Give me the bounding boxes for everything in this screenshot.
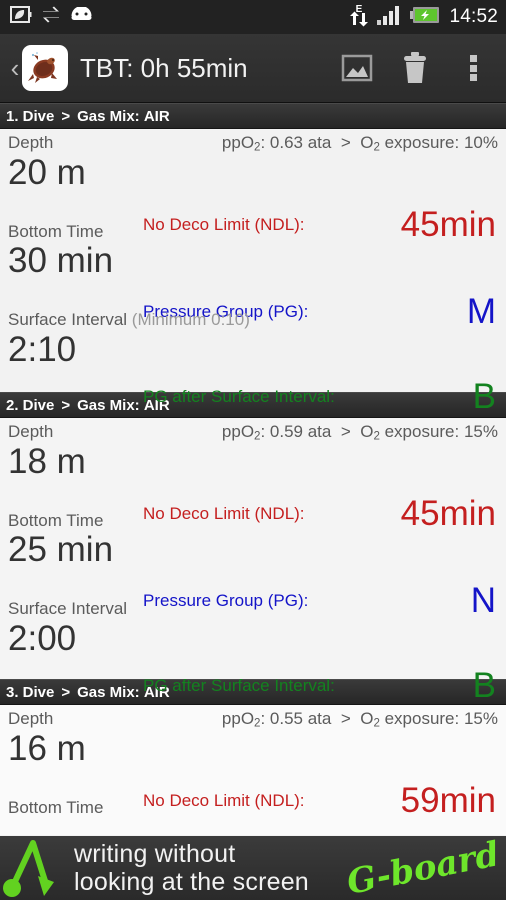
- depth-row-3[interactable]: Depth 16 m: [0, 705, 506, 768]
- status-bar-left-icons: [10, 6, 93, 28]
- surface-interval-label-1: Surface Interval (Minimum 0:10): [0, 306, 506, 330]
- dive-body-2: ppO2: 0.59 ata > O2 exposure: 15% Depth …: [0, 418, 506, 703]
- dive-body-3: ppO2: 0.55 ata > O2 exposure: 15% Depth …: [0, 705, 506, 835]
- dive-header-1[interactable]: 1. Dive > Gas Mix: AIR: [0, 103, 506, 129]
- gas-mix-label-1: Gas Mix:: [77, 107, 140, 125]
- bottom-time-label-2: Bottom Time: [8, 510, 104, 530]
- overflow-menu-icon[interactable]: [444, 34, 502, 103]
- green-arrow-logo-icon: [0, 836, 74, 900]
- pg-after-si-value-1: B: [472, 377, 496, 416]
- image-icon[interactable]: [328, 34, 386, 103]
- dive-title-1: 1. Dive: [6, 107, 55, 125]
- battery-charging-icon: [410, 6, 440, 29]
- surface-interval-value-1: 2:10: [8, 330, 77, 370]
- surface-interval-note-1: (Minimum 0:10): [131, 310, 250, 330]
- action-bar-buttons: [328, 34, 502, 103]
- depth-value-3: 16 m: [8, 728, 86, 768]
- depth-value-1: 20 m: [8, 152, 86, 192]
- bottom-time-row-3[interactable]: Bottom Time: [0, 794, 506, 818]
- app-screen: E 14:52 ‹ TBT: 0h 55min 1. Dive > Gas Mi…: [0, 0, 506, 900]
- surface-interval-text-2: Surface Interval: [8, 599, 128, 619]
- ad-line-1: writing without: [74, 840, 236, 868]
- depth-row-1[interactable]: Depth 20 m: [0, 129, 506, 192]
- ad-text: writing without looking at the screen: [74, 840, 309, 896]
- status-bar-right-icons: E 14:52: [348, 3, 498, 32]
- surface-interval-row-2[interactable]: Surface Interval 2:00: [0, 595, 506, 658]
- bottom-time-row-1[interactable]: Bottom Time 30 min: [0, 218, 506, 281]
- battery-saver-leaf-icon: [10, 6, 32, 28]
- surface-interval-value-2: 2:00: [8, 619, 77, 659]
- pg-after-si-row-2: PG after Surface Interval: B: [0, 668, 506, 703]
- action-bar: ‹ TBT: 0h 55min: [0, 34, 506, 103]
- bottom-time-value-1: 30 min: [8, 241, 114, 281]
- pg-after-si-row-1: PG after Surface Interval: B: [0, 379, 506, 414]
- gas-mix-value-1: AIR: [143, 107, 170, 125]
- ad-line-2: looking at the screen: [74, 868, 309, 896]
- edge-data-icon: E: [348, 3, 370, 32]
- depth-value-2: 18 m: [8, 441, 86, 481]
- pg-after-si-value-2: B: [472, 666, 496, 705]
- pg-after-si-label-1: PG after Surface Interval:: [143, 386, 335, 406]
- pg-after-si-label-2: PG after Surface Interval:: [143, 675, 335, 695]
- surface-interval-row-1[interactable]: Surface Interval (Minimum 0:10) 2:10: [0, 306, 506, 369]
- sea-turtle-icon[interactable]: [22, 45, 68, 91]
- svg-text:E: E: [356, 4, 363, 15]
- depth-label-3: Depth: [8, 709, 54, 728]
- ad-banner[interactable]: writing without looking at the screen G-…: [0, 836, 506, 900]
- bottom-time-label-1: Bottom Time: [8, 221, 104, 241]
- surface-interval-text-1: Surface Interval: [8, 310, 128, 330]
- status-bar: E 14:52: [0, 0, 506, 34]
- depth-label-1: Depth: [8, 133, 54, 152]
- trash-icon[interactable]: [386, 34, 444, 103]
- breadcrumb-separator: >: [61, 107, 71, 125]
- dive-body-1: ppO2: 0.63 ata > O2 exposure: 10% Depth …: [0, 129, 506, 414]
- bottom-time-value-2: 25 min: [8, 530, 114, 570]
- depth-row-2[interactable]: Depth 18 m: [0, 418, 506, 481]
- bottom-time-label-3: Bottom Time: [8, 797, 104, 817]
- status-bar-clock: 14:52: [449, 6, 498, 27]
- signal-bars-icon: [377, 5, 403, 30]
- bottom-time-row-2[interactable]: Bottom Time 25 min: [0, 507, 506, 570]
- page-title: TBT: 0h 55min: [80, 52, 248, 83]
- sync-icon: [41, 6, 61, 28]
- ad-brand-label: G-board: [343, 836, 503, 900]
- android-head-icon: [70, 6, 93, 27]
- depth-label-2: Depth: [8, 422, 54, 441]
- surface-interval-label-2: Surface Interval: [0, 595, 506, 619]
